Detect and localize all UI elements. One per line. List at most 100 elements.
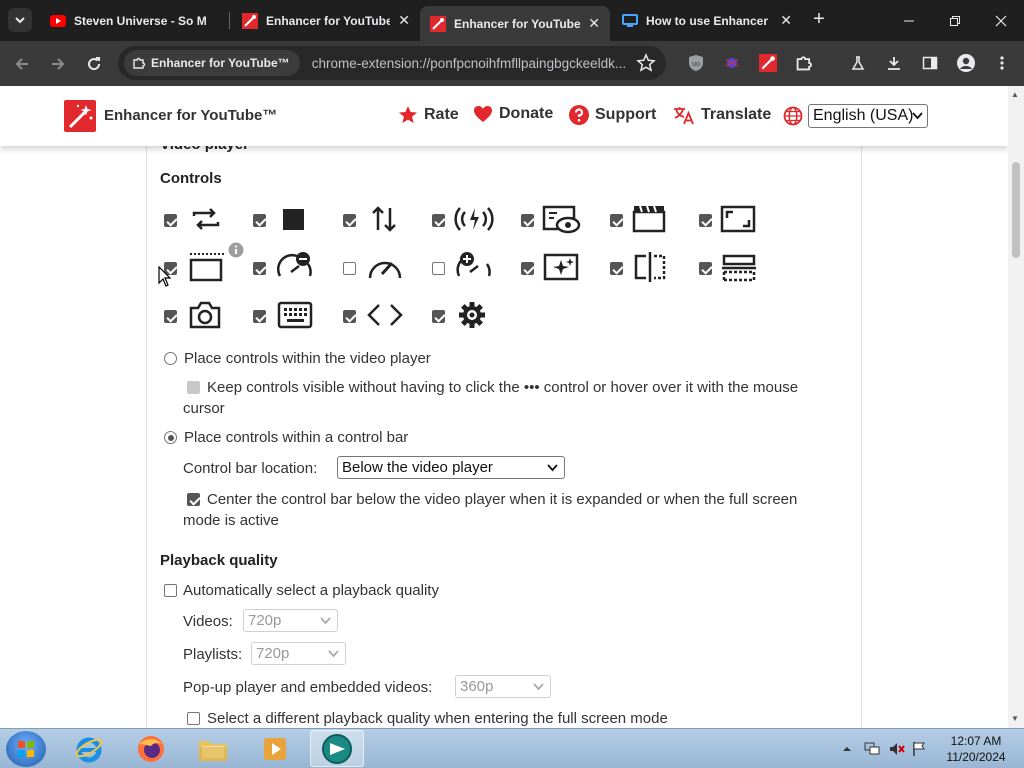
start-button[interactable] [6,731,46,767]
tab-title: Enhancer for YouTube [454,16,581,31]
donate-link[interactable]: Donate [473,105,553,123]
globe-icon [783,106,803,126]
checkbox[interactable] [521,262,534,275]
labs-button[interactable] [846,51,870,75]
downloads-button[interactable] [882,51,906,75]
more-vert-icon [1000,56,1004,70]
extension-button-blue[interactable] [720,51,744,75]
taskbar-ie[interactable] [62,730,116,767]
back-button[interactable] [9,51,35,77]
tab-enhancer-1[interactable]: Enhancer for YouTube ✕ [232,6,420,35]
checkbox[interactable] [699,262,712,275]
scroll-down-icon[interactable]: ▼ [1011,714,1019,723]
checkbox[interactable] [432,310,445,323]
show-hidden-icons-icon[interactable] [842,744,852,754]
checkbox[interactable] [253,310,266,323]
extension-title: Enhancer for YouTube™ [104,107,278,124]
forward-button[interactable] [45,51,71,77]
volume-muted-icon[interactable] [888,741,906,757]
checkbox[interactable] [343,214,356,227]
checkbox[interactable] [164,214,177,227]
auto-quality-checkbox[interactable] [164,584,177,597]
fullscreen-quality-label: Select a different playback quality when… [207,710,668,727]
address-bar[interactable]: Enhancer for YouTube™ chrome-extension:/… [118,46,666,80]
scroll-up-icon[interactable]: ▲ [1011,90,1019,99]
close-tab-icon[interactable]: ✕ [398,12,410,29]
playlists-quality-select[interactable]: 720p [251,642,346,665]
checkbox[interactable] [610,214,623,227]
checkbox[interactable] [253,214,266,227]
minimize-button[interactable] [886,0,932,41]
chevron-down-icon [320,617,331,625]
restore-button[interactable] [932,0,978,41]
bar-location-select[interactable]: Below the video player [337,456,565,479]
tab-how-to-use[interactable]: How to use Enhancer ✕ [612,6,802,35]
translate-link[interactable]: Translate [673,105,771,125]
checkbox[interactable] [164,310,177,323]
extension-chip-label: Enhancer for YouTube™ [151,56,290,70]
extension-chip[interactable]: Enhancer for YouTube™ [124,50,300,76]
donate-label: Donate [499,105,554,122]
checkbox[interactable] [610,262,623,275]
support-link[interactable]: Support [569,105,656,125]
checkbox[interactable] [432,262,445,275]
options-card: Video player Controls [146,126,862,728]
playlists-quality-label: Playlists: [183,646,243,663]
taskbar-firefox[interactable] [124,730,178,767]
taskbar-explorer[interactable] [186,730,240,767]
bar-location-value: Below the video player [342,459,493,476]
center-bar-checkbox[interactable] [187,493,200,506]
keep-visible-label: Keep controls visible without having to … [207,379,799,396]
internet-explorer-icon [75,737,103,762]
tab-separator [229,12,230,29]
scrollbar-thumb[interactable] [1012,162,1020,258]
new-tab-button[interactable]: + [808,8,830,30]
info-icon[interactable] [228,242,244,258]
videos-quality-select[interactable]: 720p [243,609,338,632]
checkbox[interactable] [343,310,356,323]
close-tab-icon[interactable]: ✕ [780,12,792,29]
rate-link[interactable]: Rate [398,105,459,125]
bookmark-star-icon[interactable] [636,53,656,73]
taskbar-media-player[interactable] [248,730,302,767]
cinema-mode-icon [542,205,581,234]
tab-title: Enhancer for YouTube [266,13,391,28]
profile-button[interactable] [954,51,978,75]
puzzle-icon [133,57,146,69]
page-scrollbar[interactable]: ▲ ▼ [1008,86,1024,728]
taskbar-clock[interactable]: 12:07 AM 11/20/2024 [936,733,1016,765]
tab-enhancer-active[interactable]: Enhancer for YouTube ✕ [420,6,610,41]
language-select[interactable]: English (USA) [808,104,928,128]
stop-icon [283,209,304,230]
place-within-player-radio[interactable] [164,352,177,365]
flag-icon[interactable] [912,741,926,757]
checkbox[interactable] [521,214,534,227]
reload-button[interactable] [81,51,107,77]
chrome-menu-button[interactable] [990,51,1014,75]
fullscreen-quality-checkbox[interactable] [187,712,200,725]
enhancer-extension-button[interactable] [756,51,780,75]
mouse-cursor-icon [158,266,172,287]
enhancer-icon [759,54,777,72]
tab-steven-universe[interactable]: Steven Universe - So M [40,6,230,35]
extensions-menu-button[interactable] [792,51,816,75]
loop-icon [192,208,220,230]
playlists-quality-value: 720p [256,645,290,662]
close-tab-icon[interactable]: ✕ [588,15,600,32]
close-window-button[interactable] [978,0,1024,41]
popup-quality-select[interactable]: 360p [455,675,551,698]
checkbox[interactable] [699,214,712,227]
place-in-bar-radio[interactable] [164,431,177,444]
checkbox[interactable] [253,262,266,275]
side-panel-button[interactable] [918,51,942,75]
network-icon[interactable] [864,741,882,757]
keep-visible-checkbox[interactable] [187,381,200,394]
tab-title: How to use Enhancer [646,13,769,28]
taskbar-chrome-active[interactable] [310,730,364,767]
flip-horizontal-icon [634,252,666,282]
chevron-down-icon [15,17,25,24]
tab-search-button[interactable] [8,8,32,32]
checkbox[interactable] [343,262,356,275]
ublock-extension-button[interactable]: uo [684,51,708,75]
checkbox[interactable] [432,214,445,227]
